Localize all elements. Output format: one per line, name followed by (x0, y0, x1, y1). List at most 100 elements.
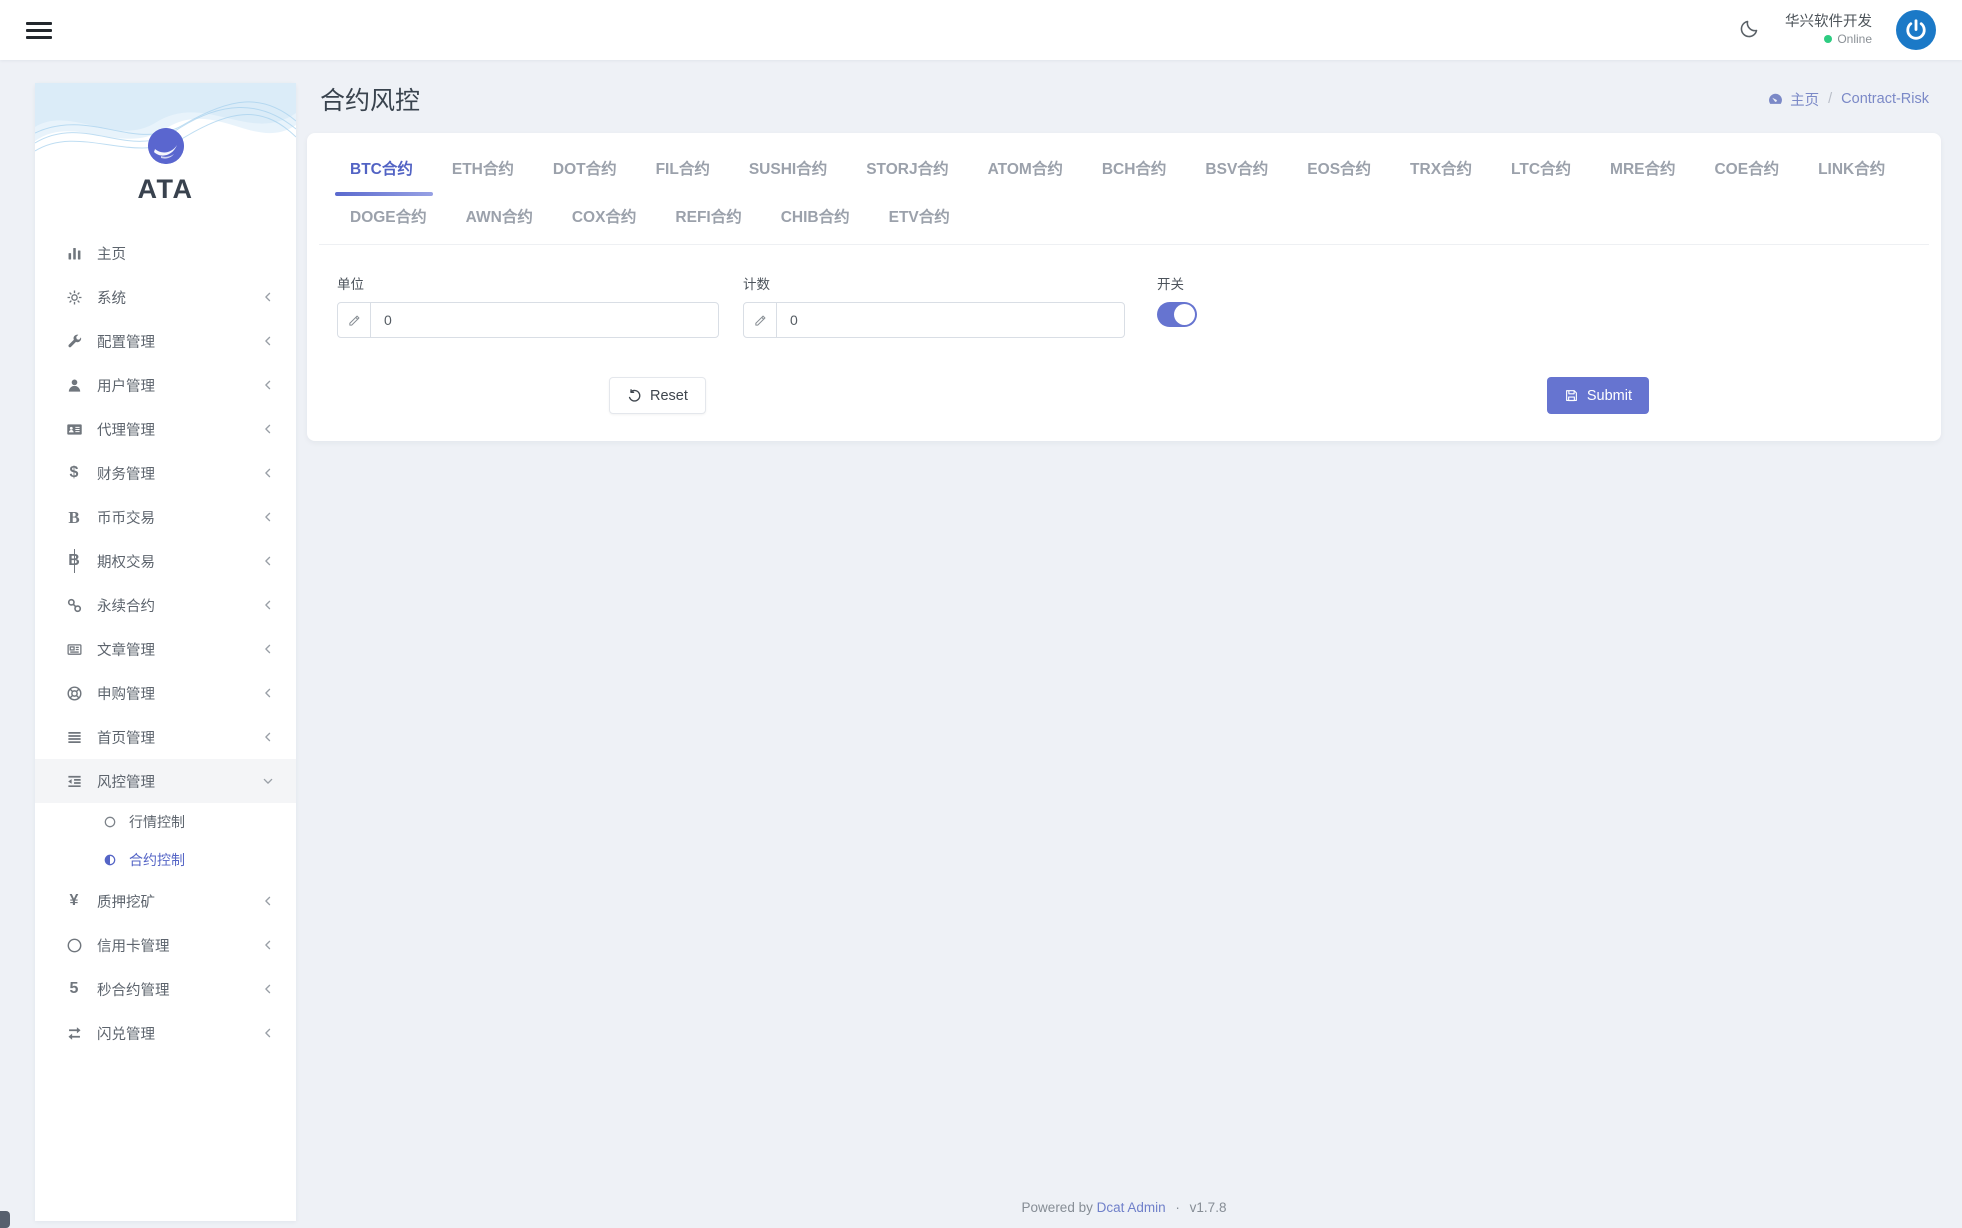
reset-button[interactable]: Reset (609, 377, 706, 414)
breadcrumb-home-link[interactable]: 主页 (1767, 89, 1819, 110)
chevron-left-icon (260, 289, 276, 305)
pencil-icon (338, 303, 371, 337)
sidebar-item-label: 文章管理 (97, 639, 260, 660)
sidebar-subitem-market-control[interactable]: 行情控制 (35, 803, 296, 841)
unit-input[interactable] (371, 303, 718, 337)
sidebar-item-label: 财务管理 (97, 463, 260, 484)
corner-widget-cutoff[interactable] (0, 1211, 10, 1228)
yen-icon: ¥ (64, 891, 84, 911)
sidebar-item-homepage[interactable]: 首页管理 (35, 715, 296, 759)
sidebar-item-articles[interactable]: 文章管理 (35, 627, 296, 671)
gear-icon (64, 287, 84, 307)
dcat-admin-link[interactable]: Dcat Admin (1097, 1200, 1166, 1215)
tab-doge-contract[interactable]: DOGE合约 (350, 208, 427, 244)
tab-bch-contract[interactable]: BCH合约 (1102, 160, 1167, 196)
tab-chib-contract[interactable]: CHIB合约 (781, 208, 850, 244)
tab-cox-contract[interactable]: COX合约 (572, 208, 637, 244)
sidebar-item-system[interactable]: 系统 (35, 275, 296, 319)
tab-bsv-contract[interactable]: BSV合约 (1205, 160, 1268, 196)
breadcrumb: 主页 / Contract-Risk (1767, 89, 1929, 110)
chevron-left-icon (260, 981, 276, 997)
sidebar-item-agents[interactable]: 代理管理 (35, 407, 296, 451)
dark-mode-moon-icon[interactable] (1737, 18, 1761, 42)
chevron-left-icon (260, 641, 276, 657)
sidebar-item-label: 申购管理 (97, 683, 260, 704)
tab-awn-contract[interactable]: AWN合约 (466, 208, 533, 244)
tab-refi-contract[interactable]: REFI合约 (675, 208, 741, 244)
sidebar-item-label: 闪兑管理 (97, 1023, 260, 1044)
sidebar-item-label: 信用卡管理 (97, 935, 260, 956)
unit-field-group: 单位 (337, 273, 719, 338)
page-title: 合约风控 (320, 81, 420, 117)
sidebar-item-label: 质押挖矿 (97, 891, 260, 912)
chevron-left-icon (260, 729, 276, 745)
unit-label: 单位 (337, 273, 719, 293)
hamburger-menu-icon[interactable] (26, 19, 52, 41)
tab-coe-contract[interactable]: COE合约 (1714, 160, 1779, 196)
outdent-icon (64, 771, 84, 791)
user-menu[interactable]: 华兴软件开发 Online (1785, 13, 1872, 47)
count-input-group (743, 302, 1125, 338)
top-navbar: 华兴软件开发 Online (0, 0, 1962, 60)
chevron-left-icon (260, 937, 276, 953)
tab-eth-contract[interactable]: ETH合约 (452, 160, 514, 196)
sidebar-item-second-contract[interactable]: 5秒合约管理 (35, 967, 296, 1011)
sidebar-item-home[interactable]: 主页 (35, 231, 296, 275)
sidebar-item-staking[interactable]: ¥ 质押挖矿 (35, 879, 296, 923)
form-actions: Reset Submit (307, 377, 1941, 414)
sidebar-item-label: 首页管理 (97, 727, 260, 748)
sidebar-item-flash-exchange[interactable]: 闪兑管理 (35, 1011, 296, 1055)
chevron-left-icon (260, 685, 276, 701)
tab-link-contract[interactable]: LINK合约 (1818, 160, 1885, 196)
brand-name: ATA (35, 174, 296, 205)
tab-fil-contract[interactable]: FIL合约 (656, 160, 710, 196)
save-floppy-icon (1564, 388, 1579, 403)
sidebar: ATA 主页系统配置管理用户管理代理管理$财务管理B币币交易B期权交易永续合约文… (35, 83, 296, 1221)
sidebar-item-perpetual[interactable]: 永续合约 (35, 583, 296, 627)
newspaper-icon (64, 639, 84, 659)
chevron-left-icon (260, 597, 276, 613)
switch-toggle-on[interactable] (1157, 302, 1197, 327)
unit-input-group (337, 302, 719, 338)
five-icon: 5 (64, 979, 84, 999)
sidebar-subitem-contract-control[interactable]: 合约控制 (35, 841, 296, 879)
chart-bar-icon (64, 243, 84, 263)
tab-mre-contract[interactable]: MRE合约 (1610, 160, 1675, 196)
sidebar-item-credit-card[interactable]: 信用卡管理 (35, 923, 296, 967)
sidebar-item-users[interactable]: 用户管理 (35, 363, 296, 407)
tab-ltc-contract[interactable]: LTC合约 (1511, 160, 1571, 196)
sidebar-item-subscription[interactable]: 申购管理 (35, 671, 296, 715)
tab-dot-contract[interactable]: DOT合约 (553, 160, 617, 196)
tab-etv-contract[interactable]: ETV合约 (889, 208, 950, 244)
life-ring-icon (64, 683, 84, 703)
sidebar-item-config[interactable]: 配置管理 (35, 319, 296, 363)
tab-eos-contract[interactable]: EOS合约 (1307, 160, 1371, 196)
tab-btc-contract[interactable]: BTC合约 (350, 160, 413, 196)
avatar[interactable] (1896, 10, 1936, 50)
switch-label: 开关 (1157, 273, 1197, 293)
brand-logo (148, 128, 184, 164)
tab-storj-contract[interactable]: STORJ合约 (866, 160, 948, 196)
chevron-left-icon (260, 421, 276, 437)
submit-button[interactable]: Submit (1547, 377, 1649, 414)
chevron-left-icon (260, 1025, 276, 1041)
sidebar-item-risk-control[interactable]: 风控管理 (35, 759, 296, 803)
sidebar-item-label: 配置管理 (97, 331, 260, 352)
sidebar-item-label: 永续合约 (97, 595, 260, 616)
sidebar-item-finance[interactable]: $财务管理 (35, 451, 296, 495)
count-input[interactable] (777, 303, 1124, 337)
user-status: Online (1785, 32, 1872, 48)
sidebar-item-options-trade[interactable]: B期权交易 (35, 539, 296, 583)
tab-trx-contract[interactable]: TRX合约 (1410, 160, 1472, 196)
count-field-group: 计数 (743, 273, 1125, 338)
align-justify-icon (64, 727, 84, 747)
tab-atom-contract[interactable]: ATOM合约 (988, 160, 1063, 196)
sidebar-menu: 主页系统配置管理用户管理代理管理$财务管理B币币交易B期权交易永续合约文章管理申… (35, 231, 296, 1221)
tab-sushi-contract[interactable]: SUSHI合约 (749, 160, 827, 196)
pencil-icon (744, 303, 777, 337)
sidebar-item-label: 用户管理 (97, 375, 260, 396)
breadcrumb-current: Contract-Risk (1841, 91, 1929, 107)
sidebar-item-spot-trade[interactable]: B币币交易 (35, 495, 296, 539)
switch-field-group: 开关 (1157, 273, 1197, 338)
chevron-left-icon (260, 509, 276, 525)
